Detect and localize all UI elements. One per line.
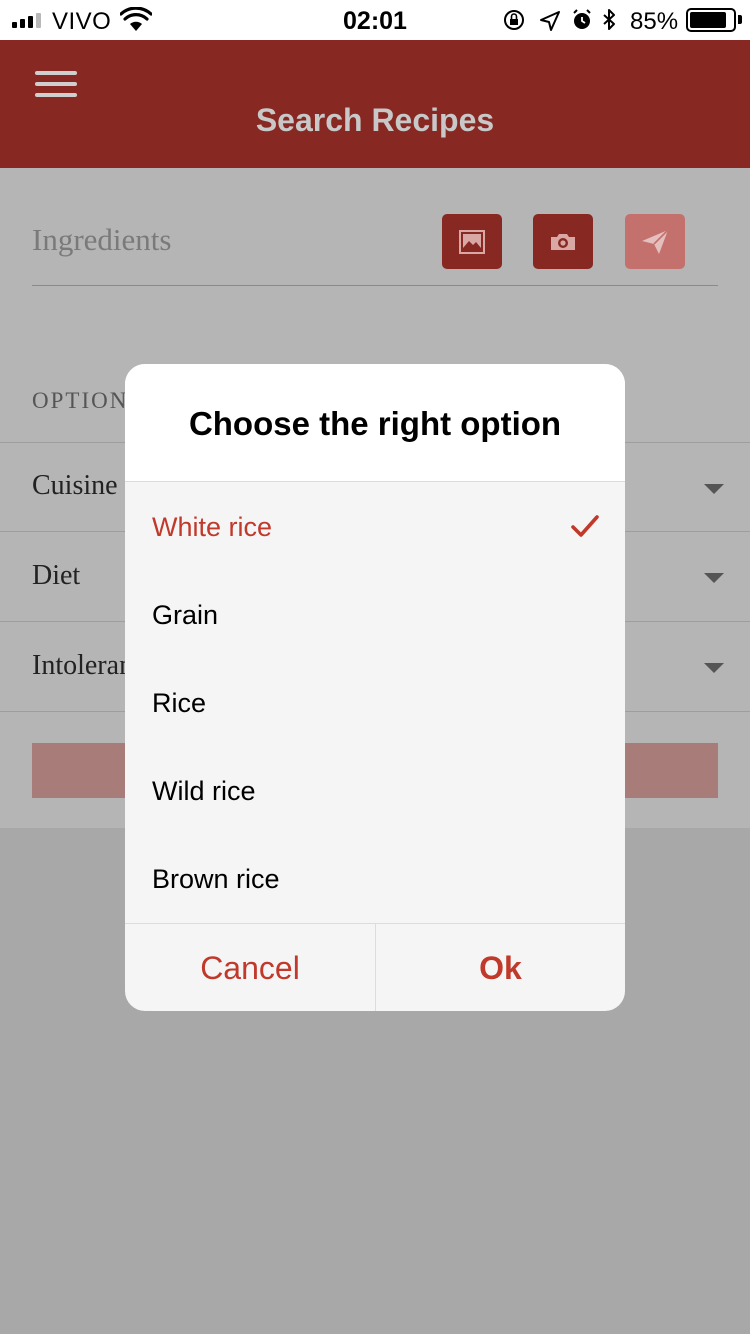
option-grain[interactable]: Grain — [125, 571, 625, 659]
ingredients-input[interactable]: Ingredients — [32, 222, 171, 258]
bluetooth-icon — [603, 9, 615, 30]
dialog-actions: Cancel Ok — [125, 923, 625, 1011]
option-label: Brown rice — [152, 864, 280, 894]
alarm-icon — [573, 9, 591, 29]
dialog-title: Choose the right option — [188, 405, 562, 442]
option-label: White rice — [152, 512, 273, 542]
option-rice[interactable]: Rice — [125, 659, 625, 747]
battery-tip — [738, 15, 742, 24]
send-button[interactable] — [625, 214, 685, 269]
page-title: Search Recipes — [255, 102, 495, 138]
option-label: Wild rice — [152, 776, 256, 806]
cuisine-select-label[interactable]: Cuisine — [32, 470, 118, 502]
checkmark-icon — [571, 515, 599, 537]
input-underline — [32, 285, 718, 286]
options-section-label: OPTION — [32, 388, 129, 413]
cancel-button[interactable]: Cancel — [125, 924, 375, 1011]
menu-icon[interactable] — [35, 71, 77, 97]
camera-icon — [551, 233, 575, 250]
battery-level — [690, 12, 726, 28]
status-icons — [504, 9, 615, 31]
option-white-rice[interactable]: White rice — [125, 483, 625, 571]
dialog-header: Choose the right option — [125, 364, 625, 482]
image-icon — [459, 229, 485, 254]
chevron-down-icon[interactable] — [704, 663, 724, 673]
diet-select-label[interactable]: Diet — [32, 560, 80, 592]
image-upload-button[interactable] — [442, 214, 502, 269]
location-icon — [540, 11, 560, 31]
status-bar: VIVO 02:01 85% — [0, 0, 750, 40]
option-label: Rice — [152, 688, 207, 718]
send-icon — [642, 228, 669, 254]
option-brown-rice[interactable]: Brown rice — [125, 835, 625, 923]
battery-percent: 85% — [630, 8, 679, 35]
battery-icon — [686, 8, 736, 32]
orientation-lock-icon — [504, 10, 524, 30]
camera-button[interactable] — [533, 214, 593, 269]
option-wild-rice[interactable]: Wild rice — [125, 747, 625, 835]
option-picker-dialog: Choose the right option White rice Grain… — [125, 364, 625, 1011]
intolerances-select-label[interactable]: Intoleran — [32, 650, 133, 682]
chevron-down-icon[interactable] — [704, 484, 724, 494]
ok-button[interactable]: Ok — [375, 924, 625, 1011]
option-label: Grain — [152, 600, 219, 630]
chevron-down-icon[interactable] — [704, 573, 724, 583]
